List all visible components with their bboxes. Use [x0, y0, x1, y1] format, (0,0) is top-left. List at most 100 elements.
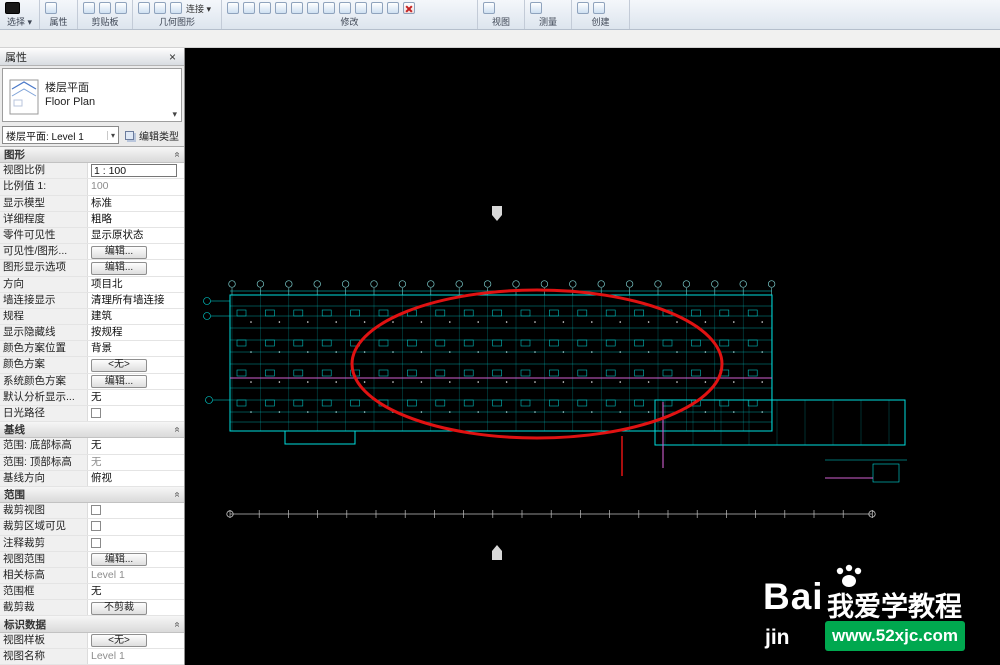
mirror-icon[interactable] [291, 2, 303, 14]
cut-geometry-icon[interactable] [138, 2, 150, 14]
group-icon[interactable] [593, 2, 605, 14]
property-value[interactable]: Level 1 [88, 568, 184, 583]
ribbon-group-label[interactable]: 视图 [478, 16, 524, 29]
close-icon[interactable]: × [166, 51, 179, 63]
ribbon-group-label[interactable]: 属性 [40, 16, 77, 29]
grid-bubble [740, 281, 747, 288]
section-header[interactable]: 标识数据« [0, 616, 184, 632]
ribbon-group-label[interactable]: 创建 [572, 16, 629, 29]
grid-bubble [541, 281, 548, 288]
property-value[interactable]: 清理所有墙连接 [88, 293, 184, 308]
cut-icon[interactable] [99, 2, 111, 14]
paint-icon[interactable] [170, 2, 182, 14]
property-label: 墙连接显示 [0, 293, 88, 308]
property-row: 零件可见性显示原状态 [0, 228, 184, 244]
property-value[interactable]: 背景 [88, 341, 184, 356]
property-label: 视图比例 [0, 163, 88, 178]
section-title: 图形 [4, 147, 25, 162]
property-button[interactable]: 编辑... [91, 375, 147, 388]
collapse-icon[interactable]: « [172, 621, 183, 627]
chevron-down-icon[interactable]: ▾ [172, 109, 177, 120]
building-right-wing [655, 400, 905, 445]
delete-icon[interactable] [403, 2, 415, 14]
property-checkbox[interactable] [91, 538, 101, 548]
property-button[interactable]: <无> [91, 634, 147, 647]
trim-icon[interactable] [339, 2, 351, 14]
properties-title-bar[interactable]: 属性 × [0, 48, 184, 66]
paste-icon[interactable] [83, 2, 95, 14]
collapse-icon[interactable]: « [172, 152, 183, 158]
pin-icon[interactable] [387, 2, 399, 14]
scale-icon[interactable] [323, 2, 335, 14]
property-value[interactable]: 无 [88, 584, 184, 599]
view-icon[interactable] [483, 2, 495, 14]
property-row: 日光路径 [0, 406, 184, 422]
property-label: 显示模型 [0, 196, 88, 211]
ribbon-group-label[interactable]: 测量 [525, 16, 571, 29]
modify-cursor-icon[interactable] [5, 2, 20, 14]
align-icon[interactable] [227, 2, 239, 14]
array-icon[interactable] [307, 2, 319, 14]
property-row: 详细程度粗略 [0, 212, 184, 228]
property-value[interactable]: 项目北 [88, 277, 184, 292]
section-header[interactable]: 图形 « [0, 147, 184, 163]
property-value[interactable]: Level 1 [88, 649, 184, 664]
property-label: 范围: 底部标高 [0, 438, 88, 453]
section-header[interactable]: 基线« [0, 422, 184, 438]
copy-icon[interactable] [259, 2, 271, 14]
type-selector[interactable]: 楼层平面 Floor Plan ▾ [2, 68, 182, 122]
property-row: 裁剪视图 [0, 503, 184, 519]
elevation-marker-bottom[interactable] [492, 545, 502, 560]
join-icon[interactable] [154, 2, 166, 14]
property-value[interactable]: 建筑 [88, 309, 184, 324]
ribbon-group-label[interactable]: 修改 [222, 16, 477, 29]
ribbon-group-label[interactable]: 选择 ▾ [0, 16, 39, 29]
grid-bubble [626, 281, 633, 288]
property-button[interactable]: <无> [91, 359, 147, 372]
property-button[interactable]: 编辑... [91, 553, 147, 566]
property-checkbox[interactable] [91, 521, 101, 531]
measure-icon[interactable] [530, 2, 542, 14]
property-checkbox[interactable] [91, 408, 101, 418]
properties-icon[interactable] [45, 2, 57, 14]
view-scale-field[interactable]: 1 : 100 [91, 164, 177, 177]
rotate-icon[interactable] [275, 2, 287, 14]
property-label: 裁剪区域可见 [0, 519, 88, 534]
property-checkbox[interactable] [91, 505, 101, 515]
offset-icon[interactable] [371, 2, 383, 14]
move-icon[interactable] [243, 2, 255, 14]
collapse-icon[interactable]: « [172, 427, 183, 433]
property-value[interactable]: 100 [88, 179, 184, 194]
property-value[interactable]: 无 [88, 438, 184, 453]
ribbon-group-0: 选择 ▾ [0, 0, 40, 29]
copy-icon[interactable] [115, 2, 127, 14]
collapse-icon[interactable]: « [172, 492, 183, 498]
split-icon[interactable] [355, 2, 367, 14]
property-value[interactable]: 粗略 [88, 212, 184, 227]
property-value: 1 : 100 [88, 163, 184, 178]
drawing-area[interactable]: Bai jin 我爱学教程 www.52xjc.com [185, 48, 1000, 665]
property-value[interactable]: 俯视 [88, 471, 184, 486]
property-value[interactable]: 标准 [88, 196, 184, 211]
property-value[interactable]: 按规程 [88, 325, 184, 340]
elevation-marker-top[interactable] [492, 206, 502, 221]
property-value[interactable]: 无 [88, 455, 184, 470]
property-button[interactable]: 编辑... [91, 246, 147, 259]
property-button[interactable]: 编辑... [91, 262, 147, 275]
ribbon-group-label[interactable]: 剪贴板 [78, 16, 132, 29]
property-row: 视图样板<无> [0, 633, 184, 649]
edit-type-button[interactable]: 编辑类型 [122, 126, 182, 144]
ribbon-group-4: 修改 [222, 0, 478, 29]
ribbon-icons [78, 0, 132, 16]
floor-plan-canvas[interactable] [185, 48, 1000, 665]
property-label: 默认分析显示... [0, 390, 88, 405]
instance-select[interactable]: 楼层平面: Level 1 ▾ [2, 126, 119, 144]
section-header[interactable]: 范围« [0, 487, 184, 503]
create-icon[interactable] [577, 2, 589, 14]
join-dropdown[interactable]: 连接 ▾ [186, 2, 211, 15]
property-value[interactable]: 显示原状态 [88, 228, 184, 243]
ribbon-group-label[interactable]: 几何图形 [133, 16, 221, 29]
property-value: <无> [88, 357, 184, 372]
property-value[interactable]: 无 [88, 390, 184, 405]
property-button[interactable]: 不剪裁 [91, 602, 147, 615]
